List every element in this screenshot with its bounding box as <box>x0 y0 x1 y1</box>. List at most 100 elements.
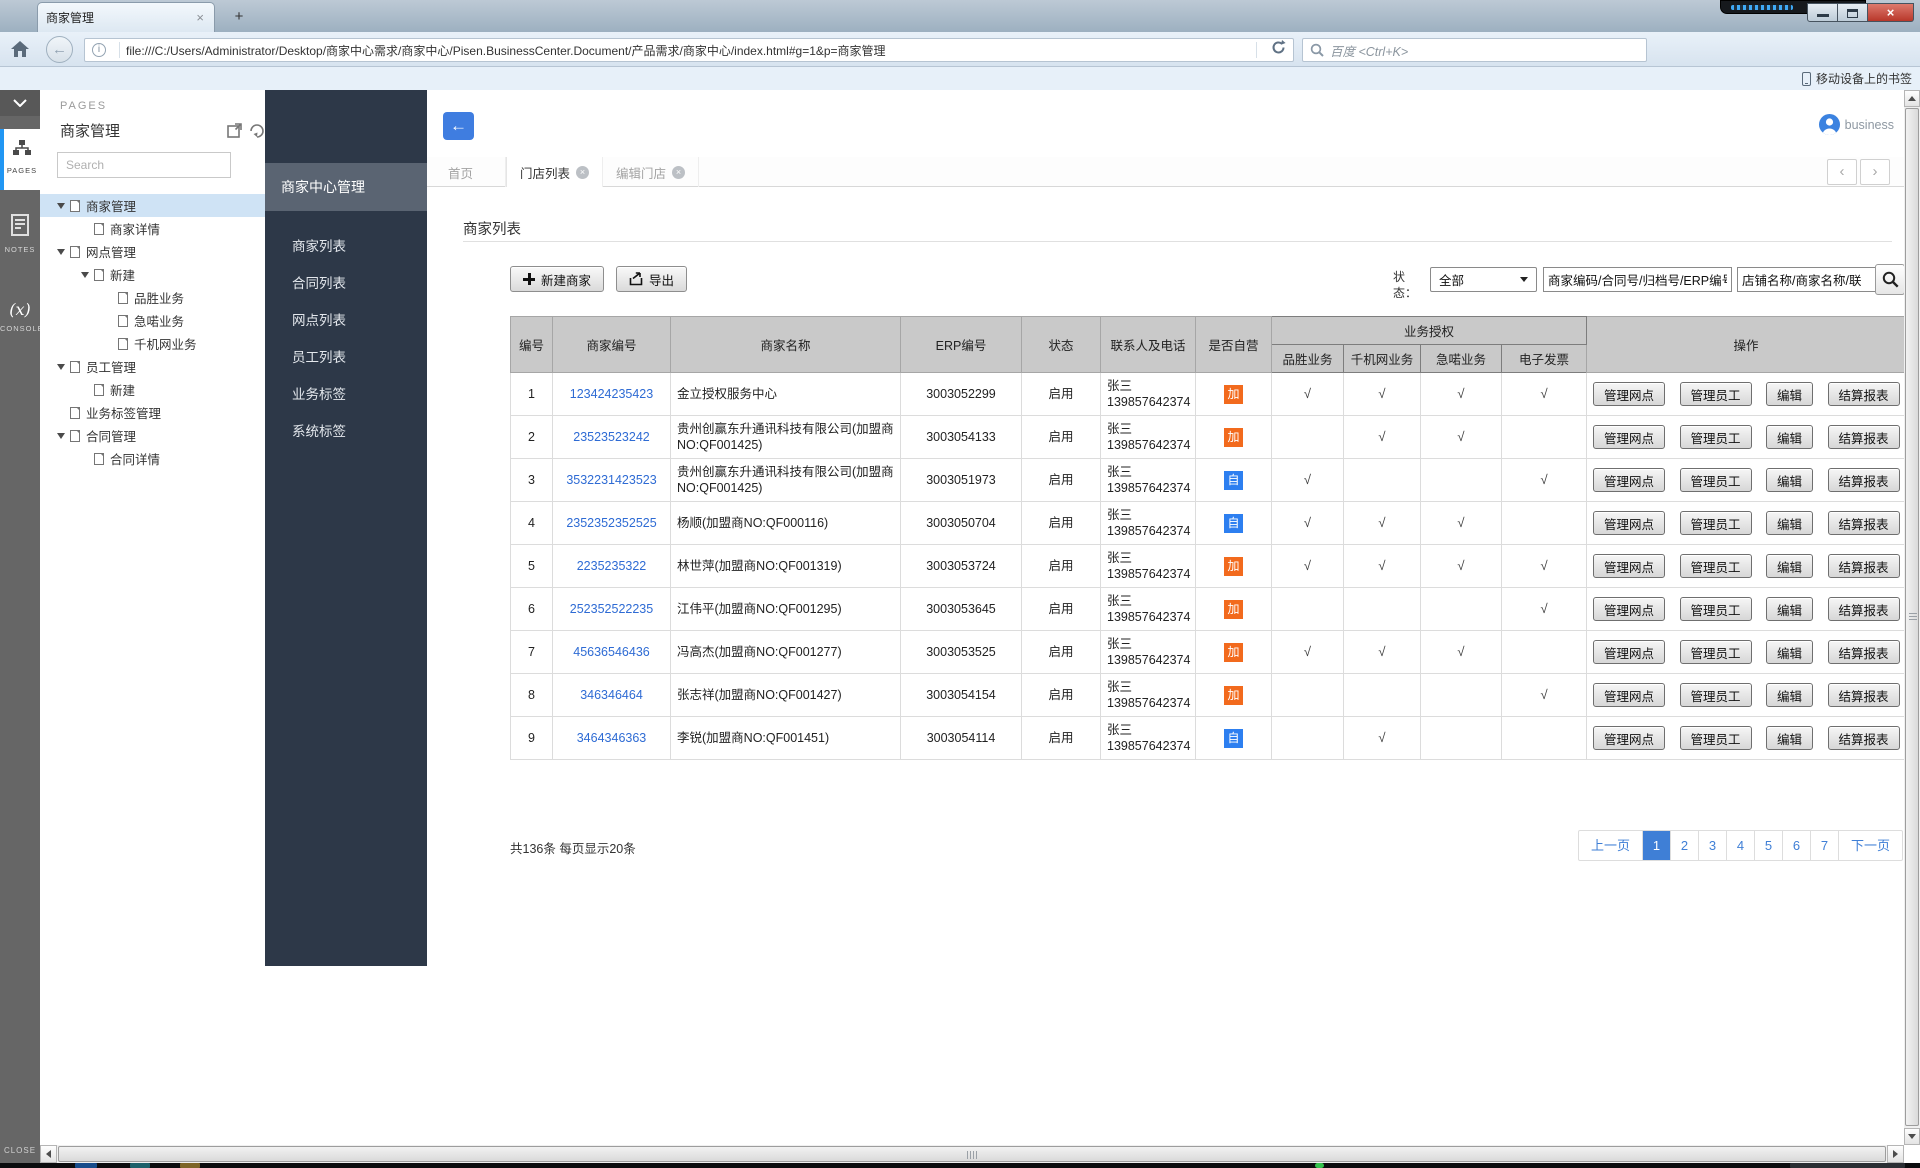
manage-branches-button[interactable]: 管理网点 <box>1593 382 1665 406</box>
tree-item[interactable]: 急喏业务 <box>40 309 265 332</box>
vertical-scroll-thumb[interactable] <box>1905 108 1919 1126</box>
sidebar-menu-item[interactable]: 商家列表 <box>265 228 427 265</box>
manage-staff-button[interactable]: 管理员工 <box>1680 425 1752 449</box>
edit-button[interactable]: 编辑 <box>1766 511 1813 535</box>
manage-staff-button[interactable]: 管理员工 <box>1680 640 1752 664</box>
vertical-scrollbar[interactable] <box>1904 90 1920 1145</box>
page-button[interactable]: 4 <box>1726 831 1754 860</box>
new-tab-button[interactable]: + <box>226 8 252 26</box>
page-info-icon[interactable] <box>92 43 106 57</box>
page-button[interactable]: 2 <box>1670 831 1698 860</box>
manage-branches-button[interactable]: 管理网点 <box>1593 597 1665 621</box>
rail-item-pages[interactable]: PAGES <box>0 129 40 190</box>
cell-merchant-code[interactable]: 123424235423 <box>553 373 671 416</box>
rail-close-button[interactable]: CLOSE <box>0 1146 40 1155</box>
sidebar-menu-item[interactable]: 系统标签 <box>265 413 427 450</box>
page-button[interactable]: 下一页 <box>1838 831 1902 860</box>
home-icon[interactable] <box>10 40 30 63</box>
manage-branches-button[interactable]: 管理网点 <box>1593 511 1665 535</box>
edit-button[interactable]: 编辑 <box>1766 425 1813 449</box>
content-tab[interactable]: 编辑门店 × <box>603 157 699 187</box>
url-text[interactable]: file:///C:/Users/Administrator/Desktop/商… <box>126 42 1250 59</box>
pages-search-input[interactable] <box>57 152 231 178</box>
horizontal-scrollbar[interactable] <box>40 1145 1904 1163</box>
cell-merchant-code[interactable]: 3464346363 <box>553 717 671 760</box>
collapse-chevron-icon[interactable] <box>0 90 40 116</box>
tree-expand-icon[interactable] <box>81 272 89 278</box>
page-follow-icon[interactable] <box>249 123 264 143</box>
manage-staff-button[interactable]: 管理员工 <box>1680 468 1752 492</box>
user-badge[interactable]: business <box>1819 114 1894 135</box>
manage-staff-button[interactable]: 管理员工 <box>1680 597 1752 621</box>
rail-item-console[interactable]: (x) CONSOLE <box>0 300 40 333</box>
new-merchant-button[interactable]: 新建商家 <box>510 266 604 292</box>
content-tab[interactable]: 首页 × <box>435 157 506 187</box>
page-button[interactable]: 7 <box>1810 831 1838 860</box>
filter-search-button[interactable] <box>1875 264 1904 295</box>
tree-item[interactable]: 合同详情 <box>40 447 265 470</box>
content-tab[interactable]: 门店列表 × <box>506 157 603 187</box>
sidebar-menu-item[interactable]: 网点列表 <box>265 302 427 339</box>
edit-button[interactable]: 编辑 <box>1766 468 1813 492</box>
browser-search-box[interactable]: 百度 <Ctrl+K> <box>1302 38 1647 62</box>
cell-merchant-code[interactable]: 45636546436 <box>553 631 671 674</box>
bookmark-mobile[interactable]: 移动设备上的书签 <box>1802 70 1912 87</box>
manage-branches-button[interactable]: 管理网点 <box>1593 468 1665 492</box>
tree-item[interactable]: 网点管理 <box>40 240 265 263</box>
settlement-report-button[interactable]: 结算报表 <box>1828 468 1900 492</box>
sidebar-menu-item[interactable]: 员工列表 <box>265 339 427 376</box>
maximize-button[interactable] <box>1838 3 1868 22</box>
cell-merchant-code[interactable]: 2352352352525 <box>553 502 671 545</box>
manage-branches-button[interactable]: 管理网点 <box>1593 683 1665 707</box>
tree-item[interactable]: 新建 <box>40 378 265 401</box>
settlement-report-button[interactable]: 结算报表 <box>1828 597 1900 621</box>
shop-name-input[interactable] <box>1737 267 1890 292</box>
export-button[interactable]: 导出 <box>616 266 687 292</box>
page-button[interactable]: 5 <box>1754 831 1782 860</box>
manage-branches-button[interactable]: 管理网点 <box>1593 425 1665 449</box>
tab-close-icon[interactable]: × <box>194 11 206 24</box>
tree-expand-icon[interactable] <box>57 433 65 439</box>
edit-button[interactable]: 编辑 <box>1766 640 1813 664</box>
sidebar-menu-item[interactable]: 合同列表 <box>265 265 427 302</box>
manage-branches-button[interactable]: 管理网点 <box>1593 726 1665 750</box>
tree-expand-icon[interactable] <box>57 249 65 255</box>
manage-staff-button[interactable]: 管理员工 <box>1680 382 1752 406</box>
tab-scroll-left-icon[interactable]: ‹ <box>1827 159 1857 185</box>
settlement-report-button[interactable]: 结算报表 <box>1828 511 1900 535</box>
settlement-report-button[interactable]: 结算报表 <box>1828 425 1900 449</box>
page-button[interactable]: 6 <box>1782 831 1810 860</box>
settlement-report-button[interactable]: 结算报表 <box>1828 640 1900 664</box>
tab-close-icon[interactable]: × <box>672 166 685 179</box>
tree-item[interactable]: 品胜业务 <box>40 286 265 309</box>
cell-merchant-code[interactable]: 2235235322 <box>553 545 671 588</box>
edit-button[interactable]: 编辑 <box>1766 726 1813 750</box>
browser-tab[interactable]: 商家管理 × <box>37 2 215 32</box>
tree-item[interactable]: 新建 <box>40 263 265 286</box>
tab-scroll-right-icon[interactable]: › <box>1860 159 1890 185</box>
tree-expand-icon[interactable] <box>57 203 65 209</box>
status-select[interactable]: 全部 <box>1430 267 1537 292</box>
cell-merchant-code[interactable]: 346346464 <box>553 674 671 717</box>
scroll-down-icon[interactable] <box>1904 1128 1920 1145</box>
settlement-report-button[interactable]: 结算报表 <box>1828 726 1900 750</box>
page-button[interactable]: 1 <box>1642 831 1670 860</box>
edit-button[interactable]: 编辑 <box>1766 597 1813 621</box>
reload-icon[interactable] <box>1263 40 1293 60</box>
open-external-icon[interactable] <box>227 123 242 143</box>
settlement-report-button[interactable]: 结算报表 <box>1828 683 1900 707</box>
manage-staff-button[interactable]: 管理员工 <box>1680 554 1752 578</box>
settlement-report-button[interactable]: 结算报表 <box>1828 554 1900 578</box>
cell-merchant-code[interactable]: 252352522235 <box>553 588 671 631</box>
tree-item[interactable]: 商家管理 <box>40 194 265 217</box>
tree-item[interactable]: 千机网业务 <box>40 332 265 355</box>
tree-item[interactable]: 员工管理 <box>40 355 265 378</box>
rail-item-notes[interactable]: NOTES <box>0 208 40 254</box>
manage-branches-button[interactable]: 管理网点 <box>1593 554 1665 578</box>
tree-expand-icon[interactable] <box>57 364 65 370</box>
edit-button[interactable]: 编辑 <box>1766 382 1813 406</box>
minimize-button[interactable] <box>1807 3 1838 22</box>
tab-close-icon[interactable]: × <box>576 166 589 179</box>
tree-item[interactable]: 商家详情 <box>40 217 265 240</box>
manage-staff-button[interactable]: 管理员工 <box>1680 511 1752 535</box>
